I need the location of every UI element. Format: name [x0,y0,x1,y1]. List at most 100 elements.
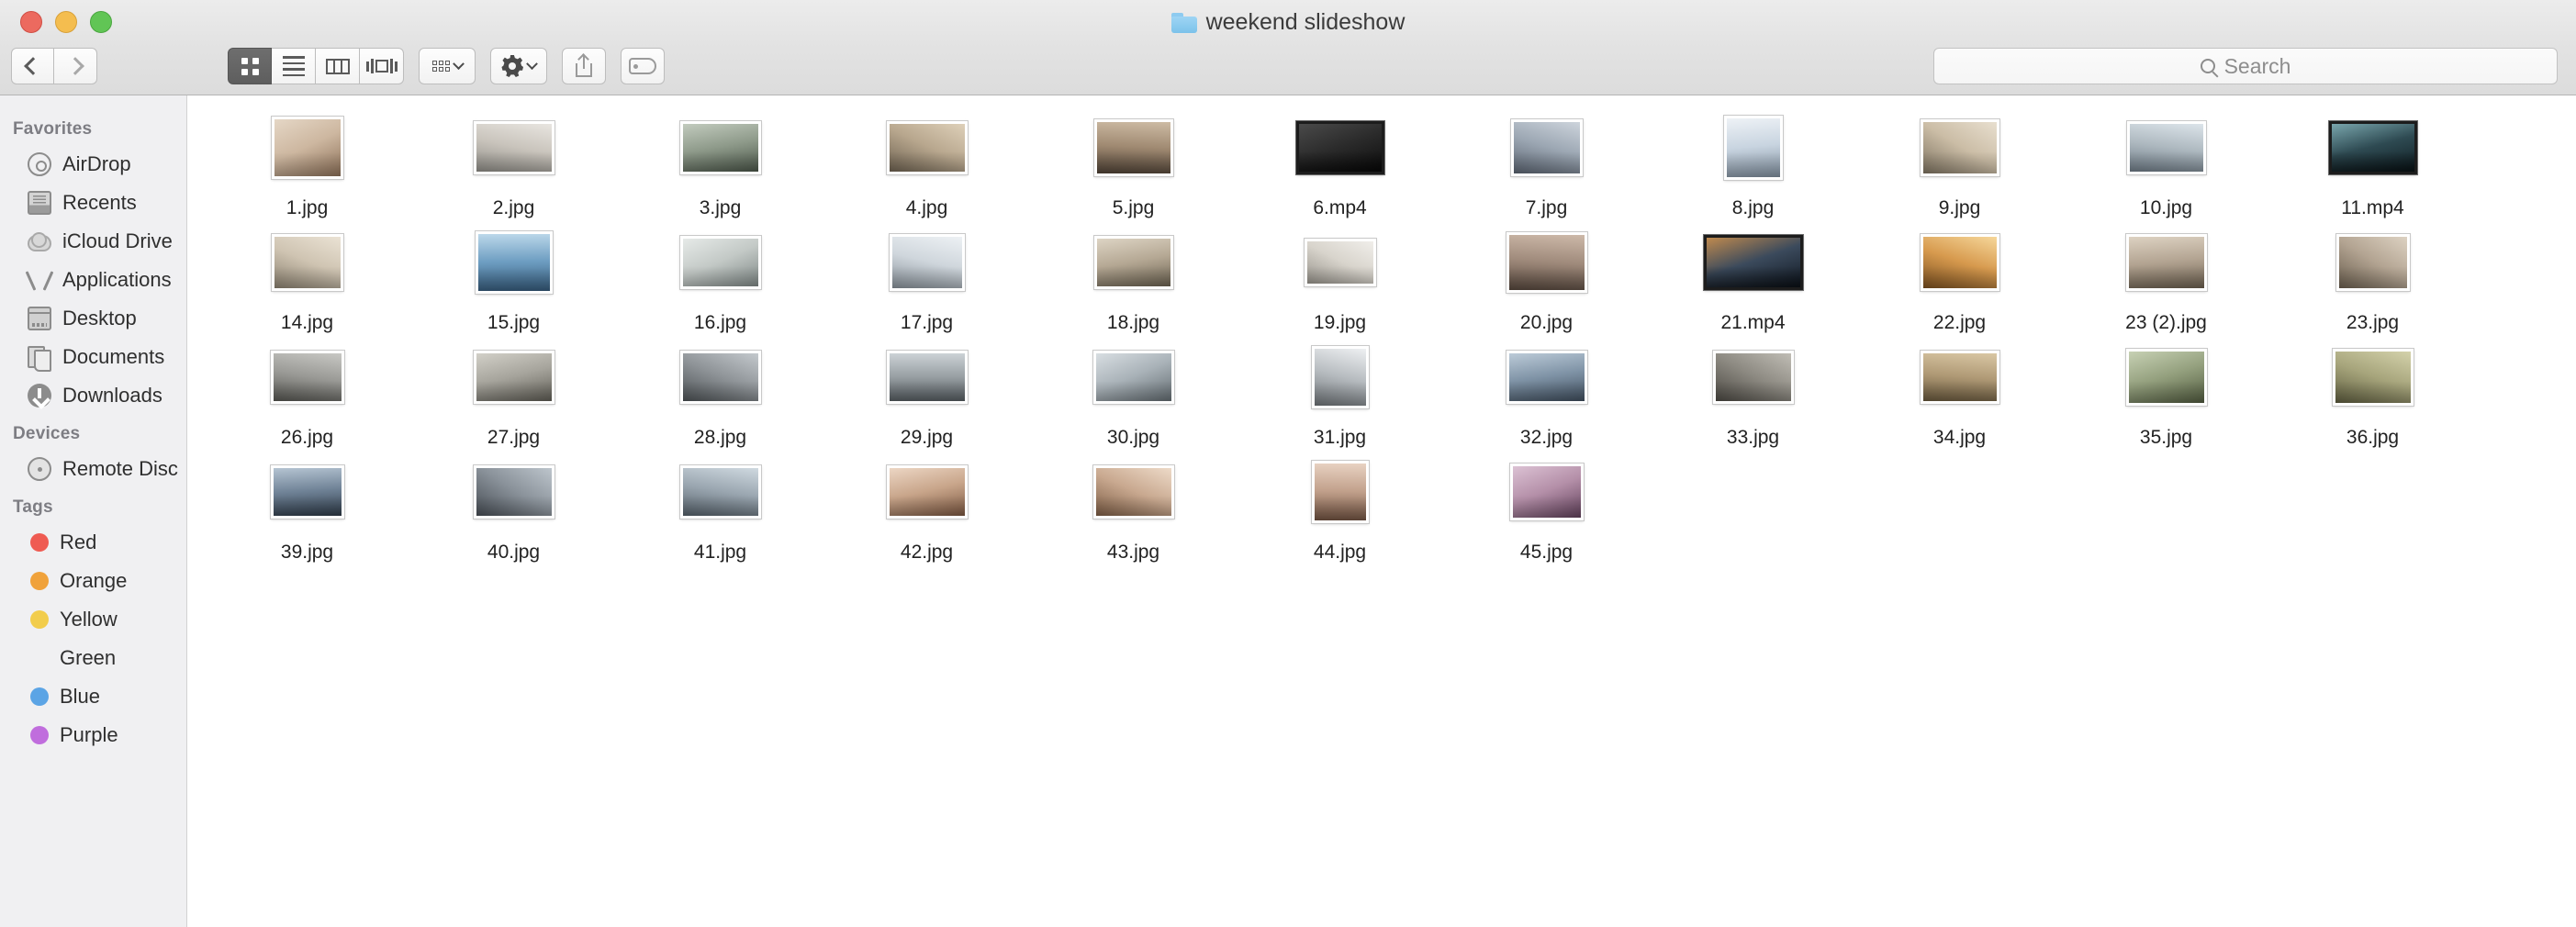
file-item[interactable]: 23.jpg [2269,225,2476,340]
file-item[interactable]: 21.mp4 [1650,225,1856,340]
file-item[interactable]: 15.jpg [410,225,617,340]
file-item[interactable]: 39.jpg [204,454,410,569]
file-item[interactable]: 26.jpg [204,340,410,454]
sidebar-item-orange[interactable]: Orange [0,562,186,600]
sidebar-item-blue[interactable]: Blue [0,677,186,716]
forward-button[interactable] [54,48,97,84]
file-name-label: 23 (2).jpg [2125,312,2207,333]
file-name-label: 10.jpg [2139,197,2193,218]
image-thumbnail [679,465,761,519]
list-view-button[interactable] [272,48,316,84]
file-name-label: 44.jpg [1313,542,1367,563]
file-name-label: 17.jpg [900,312,954,333]
image-thumbnail [679,351,761,404]
file-item[interactable]: 23 (2).jpg [2063,225,2269,340]
sidebar-item-label: Orange [60,569,128,592]
sidebar-item-yellow[interactable]: Yellow [0,600,186,639]
sidebar-item-purple[interactable]: Purple [0,716,186,754]
minimize-button[interactable] [55,11,77,33]
file-name-label: 23.jpg [2346,312,2400,333]
file-item[interactable]: 34.jpg [1856,340,2063,454]
sidebar-item-red[interactable]: Red [0,523,186,562]
file-item[interactable]: 3.jpg [617,110,823,225]
file-item[interactable]: 27.jpg [410,340,617,454]
back-button[interactable] [11,48,54,84]
file-item[interactable]: 4.jpg [823,110,1030,225]
toolbar: Search [0,44,2576,88]
coverflow-view-button[interactable] [360,48,404,84]
sidebar-item-airdrop[interactable]: AirDrop [0,145,186,184]
file-item[interactable]: 18.jpg [1030,225,1237,340]
file-name-label: 3.jpg [699,197,742,218]
file-name-label: 16.jpg [693,312,747,333]
icon-view-button[interactable] [228,48,272,84]
zoom-button[interactable] [90,11,112,33]
file-item[interactable]: 17.jpg [823,225,1030,340]
thumbnail-wrapper [2332,340,2414,415]
file-item[interactable]: 31.jpg [1237,340,1443,454]
file-name-label: 34.jpg [1932,427,1987,448]
file-item[interactable]: 1.jpg [204,110,410,225]
tag-color-dot-icon [30,533,49,552]
image-thumbnail [1092,351,1174,404]
image-thumbnail [2332,349,2414,406]
file-item[interactable]: 42.jpg [823,454,1030,569]
file-item[interactable]: 5.jpg [1030,110,1237,225]
sidebar-item-applications[interactable]: Applications [0,261,186,299]
file-item[interactable]: 19.jpg [1237,225,1443,340]
file-item[interactable]: 28.jpg [617,340,823,454]
file-item[interactable]: 35.jpg [2063,340,2269,454]
edit-tags-button[interactable] [621,48,665,84]
file-name-label: 18.jpg [1106,312,1160,333]
arrange-by-button[interactable] [419,48,476,84]
close-button[interactable] [20,11,42,33]
image-thumbnail [475,231,553,294]
file-item[interactable]: 44.jpg [1237,454,1443,569]
file-item[interactable]: 40.jpg [410,454,617,569]
file-item[interactable]: 9.jpg [1856,110,2063,225]
file-item[interactable]: 22.jpg [1856,225,2063,340]
share-button[interactable] [562,48,606,84]
image-thumbnail [889,234,965,291]
column-view-button[interactable] [316,48,360,84]
sidebar-item-downloads[interactable]: Downloads [0,376,186,415]
file-item[interactable]: 43.jpg [1030,454,1237,569]
file-item[interactable]: 10.jpg [2063,110,2269,225]
file-name-label: 28.jpg [693,427,747,448]
file-item[interactable]: 33.jpg [1650,340,1856,454]
sidebar-item-icloud-drive[interactable]: iCloud Drive [0,222,186,261]
file-item[interactable]: 16.jpg [617,225,823,340]
file-item[interactable]: 6.mp4 [1237,110,1443,225]
file-item[interactable]: 14.jpg [204,225,410,340]
sidebar-item-label: Blue [60,685,101,708]
file-item[interactable]: 8.jpg [1650,110,1856,225]
sidebar-item-recents[interactable]: Recents [0,184,186,222]
sidebar-item-green[interactable]: Green [0,639,186,677]
file-item[interactable]: 36.jpg [2269,340,2476,454]
sidebar-item-remote-disc[interactable]: Remote Disc [0,450,186,488]
chevron-left-icon [23,57,42,75]
action-menu-button[interactable] [490,48,547,84]
sidebar[interactable]: Favorites AirDrop Recents iCloud Drive Appli… [0,95,187,927]
image-thumbnail [1093,236,1173,289]
file-name-label: 4.jpg [905,197,948,218]
file-item[interactable]: 20.jpg [1443,225,1650,340]
file-item[interactable]: 30.jpg [1030,340,1237,454]
file-item[interactable]: 7.jpg [1443,110,1650,225]
file-name-label: 19.jpg [1313,312,1367,333]
file-name-label: 5.jpg [1112,197,1155,218]
file-item[interactable]: 45.jpg [1443,454,1650,569]
sidebar-item-desktop[interactable]: Desktop [0,299,186,338]
thumbnail-wrapper [270,340,344,415]
thumbnail-wrapper [1510,110,1583,185]
file-browser-content[interactable]: 1.jpg 2.jpg 3.jpg 4.jpg 5.jpg 6.mp4 7.jpg 8.jpg… [187,95,2576,927]
file-item[interactable]: 11.mp4 [2269,110,2476,225]
file-item[interactable]: 32.jpg [1443,340,1650,454]
file-item[interactable]: 41.jpg [617,454,823,569]
sidebar-item-documents[interactable]: Documents [0,338,186,376]
thumbnail-wrapper [886,454,968,530]
search-field[interactable]: Search [1933,48,2558,84]
sidebar-item-label: Documents [62,345,165,368]
file-item[interactable]: 29.jpg [823,340,1030,454]
file-item[interactable]: 2.jpg [410,110,617,225]
